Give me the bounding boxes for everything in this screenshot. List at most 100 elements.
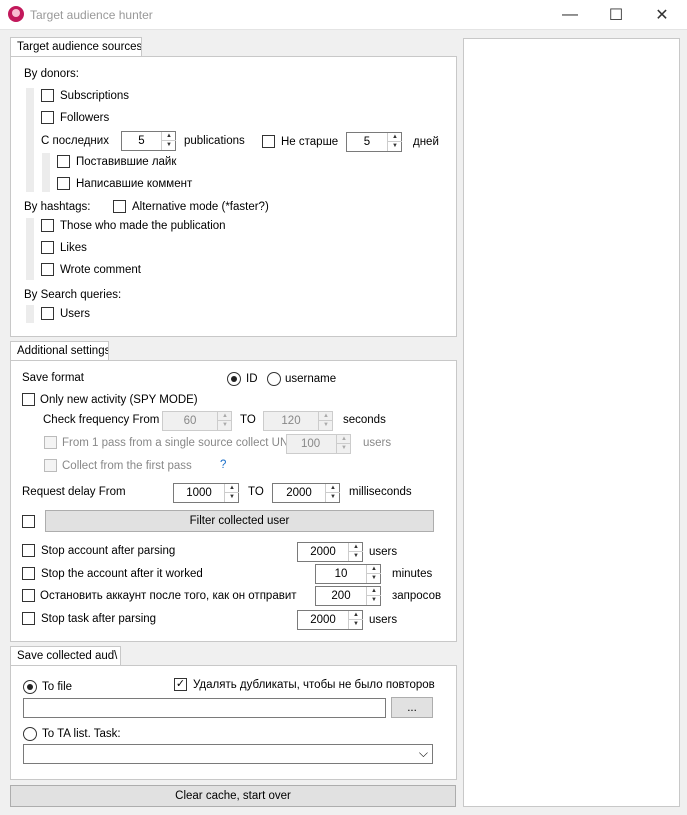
spin-up-icon[interactable]: ▲	[349, 611, 363, 620]
users-label: users	[369, 614, 398, 626]
alternative-mode-checkbox[interactable]	[113, 200, 126, 213]
stop-account-sent-label: Остановить аккаунт после того, как он от…	[40, 590, 297, 602]
publications-label: publications	[184, 135, 245, 147]
id-label: ID	[246, 373, 258, 385]
seconds-label: seconds	[343, 414, 386, 426]
freq-from-value: 60	[183, 415, 197, 427]
spin-up-icon[interactable]: ▲	[349, 543, 363, 552]
close-button[interactable]: ✕	[639, 2, 685, 28]
spin-up-icon[interactable]: ▲	[367, 587, 381, 596]
search-users-checkbox[interactable]	[41, 307, 54, 320]
likes-checkbox[interactable]	[41, 241, 54, 254]
freq-from-spinner[interactable]: 60 ▲ ▼	[162, 411, 232, 431]
freq-to-value: 120	[281, 415, 301, 427]
browse-button[interactable]: ...	[391, 697, 433, 718]
likes-label: Likes	[60, 242, 87, 254]
delay-to-value: 2000	[286, 487, 312, 499]
spin-up-icon[interactable]: ▲	[225, 484, 239, 493]
dedupe-label: Удалять дубликаты, чтобы не было повторо…	[193, 679, 435, 691]
help-icon[interactable]: ?	[220, 459, 226, 471]
log-panel	[463, 38, 680, 807]
stop-account-worked-spinner[interactable]: 10 ▲ ▼	[315, 564, 381, 584]
tab-target-audience-sources[interactable]: Target audience sources	[10, 37, 142, 57]
spin-down-icon[interactable]: ▼	[337, 444, 351, 453]
to-file-radio[interactable]	[23, 680, 37, 694]
tab-save-collected[interactable]: Save collected aud\	[10, 646, 121, 666]
from-one-pass-checkbox[interactable]	[44, 436, 57, 449]
stop-account-worked-value: 10	[334, 568, 348, 580]
stop-account-parsing-spinner[interactable]: 2000 ▲ ▼	[297, 542, 363, 562]
indent-bar	[26, 88, 34, 192]
wrote-comment-checkbox[interactable]	[41, 263, 54, 276]
stop-task-checkbox[interactable]	[22, 612, 35, 625]
delay-to-spinner[interactable]: 2000 ▲ ▼	[272, 483, 340, 503]
title-bar: Target audience hunter — ☐ ✕	[0, 0, 687, 30]
stop-account-sent-checkbox[interactable]	[22, 589, 35, 602]
spin-down-icon[interactable]: ▼	[388, 142, 402, 151]
spin-down-icon[interactable]: ▼	[349, 552, 363, 561]
spin-down-icon[interactable]: ▼	[225, 493, 239, 502]
not-older-checkbox[interactable]	[262, 135, 275, 148]
window-title: Target audience hunter	[30, 8, 153, 22]
liked-checkbox[interactable]	[57, 155, 70, 168]
stop-account-parsing-value: 2000	[310, 546, 336, 558]
not-older-spinner[interactable]: 5 ▲ ▼	[346, 132, 402, 152]
to-label: TO	[240, 414, 256, 426]
spin-down-icon[interactable]: ▼	[319, 421, 333, 430]
collect-first-pass-checkbox[interactable]	[44, 459, 57, 472]
save-format-label: Save format	[22, 372, 84, 384]
spin-up-icon[interactable]: ▲	[319, 412, 333, 421]
spin-up-icon[interactable]: ▲	[388, 133, 402, 142]
request-delay-label: Request delay From	[22, 486, 126, 498]
task-select[interactable]: ⌵	[23, 744, 433, 764]
minimize-button[interactable]: —	[547, 2, 593, 28]
tab-additional-settings[interactable]: Additional settings	[10, 341, 109, 361]
stop-account-parsing-label: Stop account after parsing	[41, 545, 176, 557]
delay-from-spinner[interactable]: 1000 ▲ ▼	[173, 483, 239, 503]
from-last-spinner[interactable]: 5 ▲ ▼	[121, 131, 176, 151]
id-radio[interactable]	[227, 372, 241, 386]
followers-label: Followers	[60, 112, 110, 124]
spin-up-icon[interactable]: ▲	[337, 435, 351, 444]
commented-checkbox[interactable]	[57, 177, 70, 190]
followers-checkbox[interactable]	[41, 111, 54, 124]
spin-down-icon[interactable]: ▼	[349, 620, 363, 629]
under-value: 100	[301, 438, 321, 450]
search-users-label: Users	[60, 308, 91, 320]
requests-label: запросов	[392, 590, 442, 602]
spin-down-icon[interactable]: ▼	[326, 493, 340, 502]
spin-up-icon[interactable]: ▲	[162, 132, 176, 141]
users-label: users	[369, 546, 398, 558]
from-last-value: 5	[138, 135, 145, 147]
stop-account-worked-checkbox[interactable]	[22, 567, 35, 580]
spin-down-icon[interactable]: ▼	[367, 574, 381, 583]
filter-collected-user-button[interactable]: Filter collected user	[45, 510, 434, 532]
spin-up-icon[interactable]: ▲	[326, 484, 340, 493]
spin-down-icon[interactable]: ▼	[162, 141, 176, 150]
clear-cache-button[interactable]: Clear cache, start over	[10, 785, 456, 807]
not-older-value: 5	[363, 136, 371, 148]
subscriptions-checkbox[interactable]	[41, 89, 54, 102]
not-older-label: Не старше	[281, 136, 339, 148]
spin-down-icon[interactable]: ▼	[218, 421, 232, 430]
username-radio[interactable]	[267, 372, 281, 386]
stop-account-sent-spinner[interactable]: 200 ▲ ▼	[315, 586, 381, 606]
by-search-label: By Search queries:	[24, 289, 122, 301]
maximize-button[interactable]: ☐	[593, 2, 639, 28]
dedupe-checkbox[interactable]: ✓	[174, 678, 187, 691]
indent-bar	[26, 218, 34, 280]
spin-up-icon[interactable]: ▲	[218, 412, 232, 421]
spin-down-icon[interactable]: ▼	[367, 596, 381, 605]
spin-up-icon[interactable]: ▲	[367, 565, 381, 574]
only-new-activity-checkbox[interactable]	[22, 393, 35, 406]
chevron-down-icon: ⌵	[418, 746, 428, 760]
under-spinner[interactable]: 100 ▲ ▼	[286, 434, 351, 454]
to-ta-list-radio[interactable]	[23, 727, 37, 741]
stop-task-spinner[interactable]: 2000 ▲ ▼	[297, 610, 363, 630]
freq-to-spinner[interactable]: 120 ▲ ▼	[263, 411, 333, 431]
filter-checkbox[interactable]	[22, 515, 35, 528]
file-path-input[interactable]	[23, 698, 386, 718]
stop-account-parsing-checkbox[interactable]	[22, 544, 35, 557]
minutes-label: minutes	[392, 568, 433, 580]
made-publication-checkbox[interactable]	[41, 219, 54, 232]
